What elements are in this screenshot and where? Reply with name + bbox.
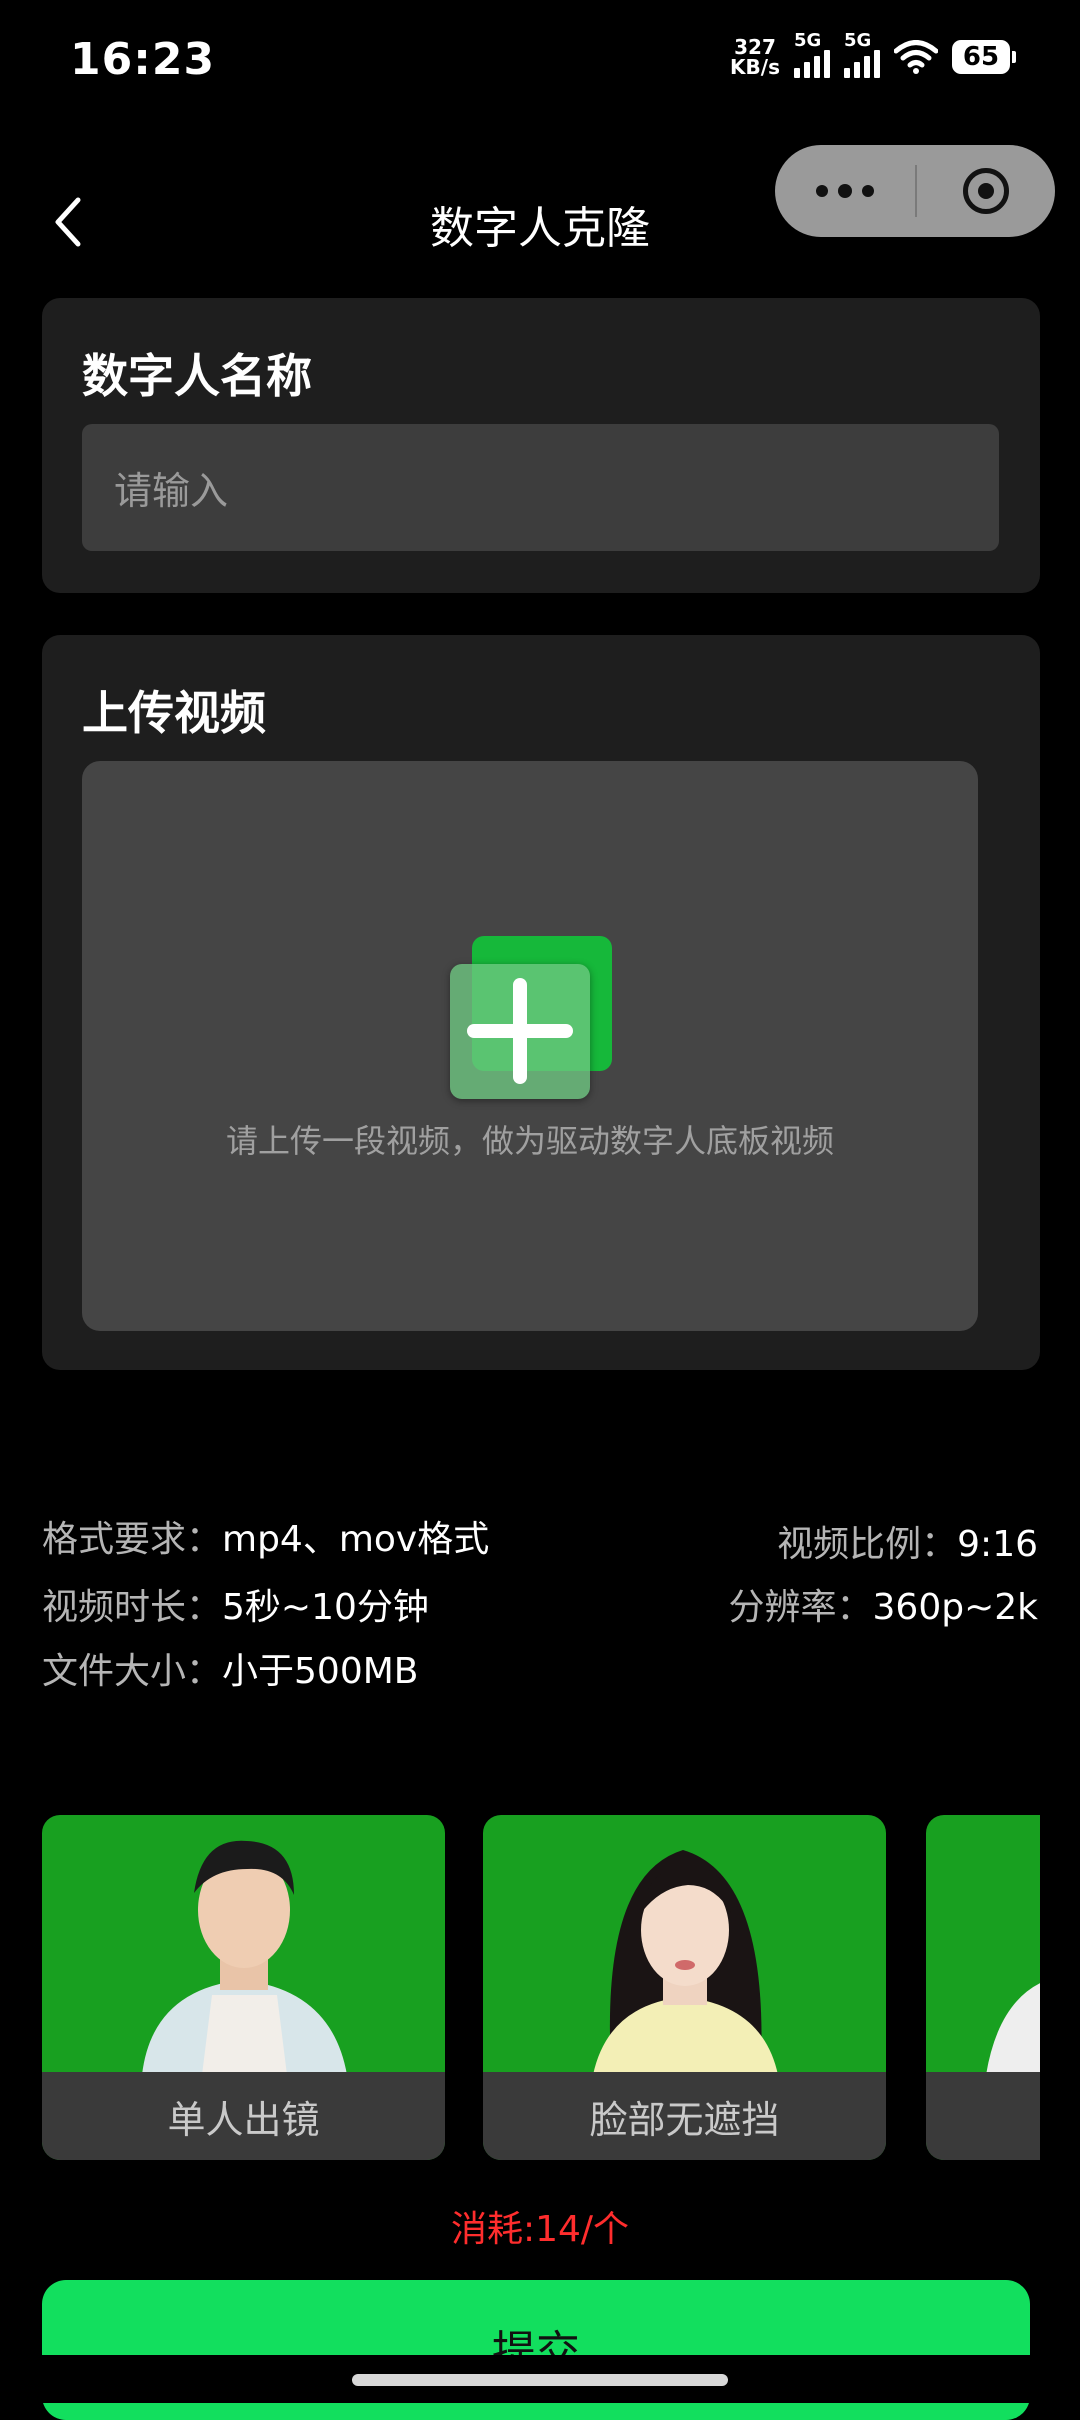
mini-program-capsule — [775, 145, 1055, 237]
status-icons: 327 KB/s 5G 5G 65 — [730, 30, 1016, 79]
status-time: 16:23 — [70, 34, 216, 85]
battery-icon: 65 — [952, 40, 1016, 74]
size-requirement: 文件大小：小于500MB — [42, 1651, 419, 1692]
name-heading: 数字人名称 — [82, 349, 312, 403]
duration-requirement: 视频时长：5秒~10分钟 — [42, 1587, 429, 1628]
name-card: 数字人名称 请输入 — [42, 298, 1040, 593]
more-menu-button[interactable] — [775, 184, 915, 198]
wifi-icon — [894, 40, 938, 74]
signal-icon-sim2: 5G — [844, 30, 880, 78]
upload-hint: 请上传一段视频，做为驱动数字人底板视频 — [225, 1122, 834, 1160]
male-presenter-image — [142, 1840, 347, 2075]
sample-card — [926, 1815, 1040, 2160]
sample-card: 脸部无遮挡 — [483, 1815, 886, 2160]
female-presenter-image — [593, 1850, 778, 2075]
dot-icon — [816, 185, 828, 197]
cost-label: 消耗:14/个 — [450, 2209, 630, 2250]
upload-card: 上传视频 请上传一段视频，做为驱动数字人底板视频 — [42, 635, 1040, 1370]
upload-heading: 上传视频 — [82, 686, 266, 740]
dot-icon — [862, 185, 874, 197]
sample-caption: 脸部无遮挡 — [483, 2072, 886, 2160]
resolution-requirement: 分辨率：360p~2k — [728, 1587, 1039, 1628]
sample-strip: 单人出镜 脸部无遮挡 — [42, 1815, 1040, 2160]
upload-area[interactable]: 请上传一段视频，做为驱动数字人底板视频 — [82, 761, 978, 1331]
network-speed: 327 KB/s — [730, 35, 780, 79]
dot-icon — [838, 184, 852, 198]
add-video-icon — [450, 936, 612, 1099]
presenter-image — [986, 1983, 1040, 2075]
home-indicator[interactable] — [352, 2374, 728, 2386]
sample-caption: 单人出镜 — [42, 2072, 445, 2160]
sample-card: 单人出镜 — [42, 1815, 445, 2160]
ratio-requirement: 视频比例：9:16 — [777, 1524, 1038, 1565]
target-icon — [963, 168, 1009, 214]
close-mini-program-button[interactable] — [917, 168, 1055, 214]
signal-icon-sim1: 5G — [794, 30, 830, 78]
name-input[interactable]: 请输入 — [82, 424, 999, 551]
format-requirement: 格式要求：mp4、mov格式 — [42, 1519, 490, 1560]
